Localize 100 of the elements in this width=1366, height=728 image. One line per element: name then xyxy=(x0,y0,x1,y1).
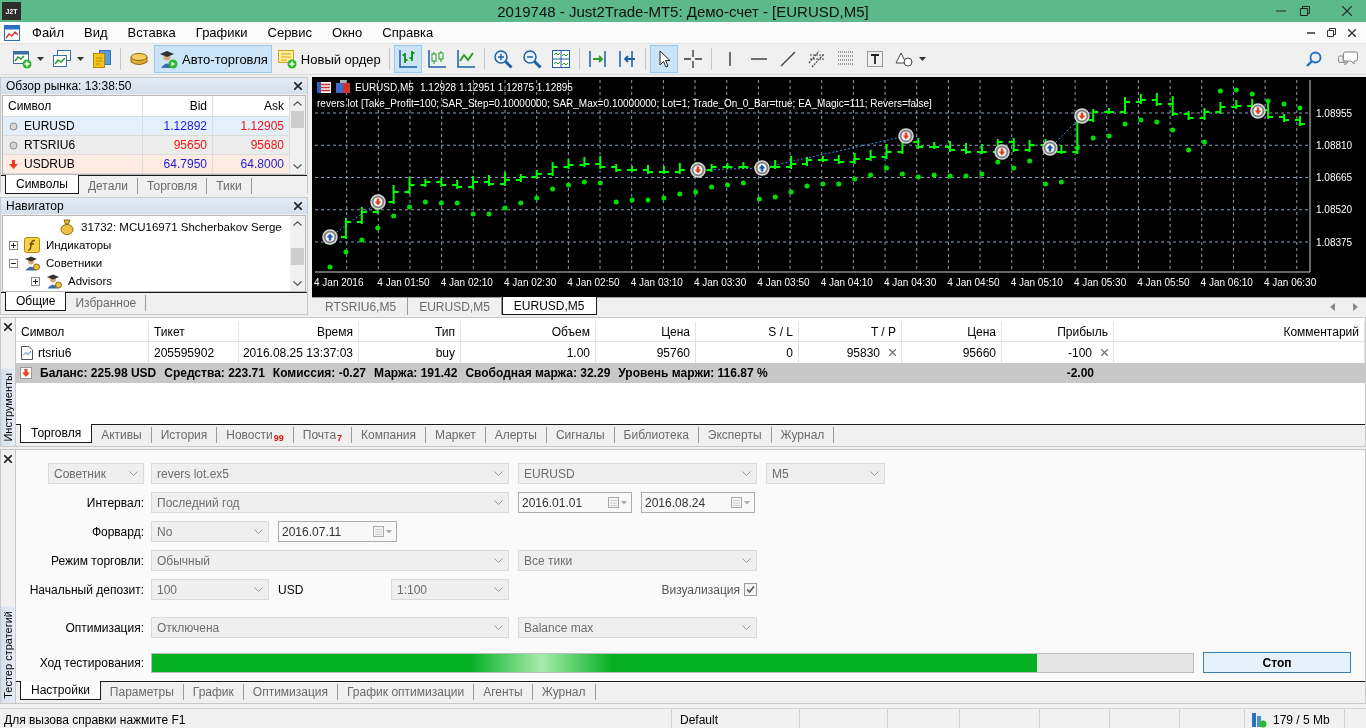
tab[interactable]: Торговля xyxy=(20,424,93,443)
column-header[interactable]: Цена xyxy=(902,322,1002,342)
caret-icon[interactable] xyxy=(77,57,84,61)
column-header[interactable]: T / P xyxy=(799,322,902,342)
scroll-thumb[interactable] xyxy=(291,111,304,128)
close-icon[interactable] xyxy=(1342,6,1352,16)
tab[interactable]: Активы xyxy=(92,427,152,443)
chart-window-icon[interactable] xyxy=(4,24,20,41)
bar-chart-icon[interactable] xyxy=(393,45,422,73)
field-label: Форвард: xyxy=(90,524,145,539)
field-label: Интервал: xyxy=(85,495,145,510)
menu-item[interactable]: Окно xyxy=(322,25,373,40)
menu-item[interactable]: Графики xyxy=(185,25,258,40)
column-header[interactable]: Символ xyxy=(3,96,143,116)
column-header[interactable]: Прибыль xyxy=(1002,322,1114,342)
tab[interactable]: История xyxy=(151,427,218,443)
tab[interactable]: Эксперты xyxy=(698,427,772,443)
bid-price: 64.7950 xyxy=(163,157,207,171)
chevron-down-icon xyxy=(494,558,503,563)
menu-item[interactable]: Файл xyxy=(22,25,74,40)
column-header[interactable]: Символ xyxy=(16,322,149,342)
scroll-up-icon[interactable] xyxy=(293,221,302,226)
tab[interactable]: Общие xyxy=(5,292,67,311)
expand-icon[interactable] xyxy=(9,240,18,250)
time-label: 4 Jan 04:50 xyxy=(947,277,1000,288)
scroll-thumb[interactable] xyxy=(291,248,304,265)
tab[interactable]: RTSRIU6,M5 xyxy=(314,298,409,315)
graduate-play-icon xyxy=(158,49,178,69)
symbol-name: RTSRIU6 xyxy=(24,138,76,152)
column-header[interactable]: Bid xyxy=(143,96,213,116)
tab[interactable]: Сигналы xyxy=(546,427,615,443)
time-label: 4 Jan 06:30 xyxy=(1263,277,1317,288)
close-icon[interactable] xyxy=(294,82,302,90)
collapse-icon[interactable] xyxy=(9,258,18,268)
tab[interactable]: Торговля xyxy=(138,178,208,194)
scroll-left-icon[interactable] xyxy=(1330,303,1335,311)
tab[interactable]: Детали xyxy=(78,178,139,194)
tab[interactable]: EURUSD,M5 xyxy=(501,297,597,315)
symbol-row[interactable]: USDRUB 64.7950 64.8000 xyxy=(3,155,290,174)
order-time: 2016.08.25 13:37:03 xyxy=(242,345,353,360)
tab[interactable]: Журнал xyxy=(771,427,835,443)
time-label: 4 Jan 04:30 xyxy=(883,277,937,288)
new-order-button[interactable]: Новый ордер xyxy=(272,45,385,73)
close-icon[interactable] xyxy=(294,202,302,210)
field-label: Оптимизация: xyxy=(64,620,145,635)
tree-item[interactable]: Индикаторы xyxy=(46,239,112,251)
down-arrow-icon xyxy=(20,367,32,379)
menu-item[interactable]: Вставка xyxy=(117,25,186,40)
close-icon[interactable] xyxy=(4,455,12,463)
field-label: Начальный депозит: xyxy=(28,582,145,597)
column-header[interactable]: Тикет xyxy=(149,322,239,342)
tab[interactable]: Символы xyxy=(5,175,79,194)
menu-item[interactable]: Сервис xyxy=(257,25,323,40)
chevron-down-icon xyxy=(870,471,879,476)
restore-icon[interactable] xyxy=(1327,28,1336,37)
menu-item[interactable]: Вид xyxy=(73,25,118,40)
tree-item[interactable]: 31732: MCU16971 Shcherbakov Serge xyxy=(81,221,282,233)
tree-item[interactable]: Advisors xyxy=(68,275,113,287)
ticket-number: 205595902 xyxy=(154,345,215,360)
close-icon[interactable] xyxy=(4,323,12,331)
scroll-up-icon[interactable] xyxy=(293,101,302,106)
menu-item[interactable]: Справка xyxy=(372,25,444,40)
account-summary: Средства: 223.71 xyxy=(164,366,265,380)
ask-price: 64.8000 xyxy=(240,157,284,171)
close-icon[interactable] xyxy=(1348,28,1356,37)
restore-icon[interactable] xyxy=(1300,6,1310,16)
tree-item[interactable]: Советники xyxy=(46,257,103,269)
column-header[interactable]: Время xyxy=(239,322,359,342)
scroll-down-icon[interactable] xyxy=(293,281,302,286)
tab[interactable]: Маркет xyxy=(426,427,486,443)
column-header[interactable]: Цена xyxy=(596,322,696,342)
chevron-down-icon xyxy=(742,625,751,630)
tab[interactable]: Тики xyxy=(207,178,252,194)
tab[interactable]: Алерты xyxy=(485,427,547,443)
scrollbar[interactable] xyxy=(290,216,305,291)
column-header[interactable]: Комментарий xyxy=(1114,322,1365,342)
auto-trading-button[interactable]: Авто-торговля xyxy=(154,45,272,73)
caret-icon[interactable] xyxy=(918,57,926,61)
tab[interactable]: EURUSD,M5 xyxy=(408,298,502,315)
scrollbar[interactable] xyxy=(290,96,305,174)
symbol-row[interactable]: RTSRIU6 95650 95680 xyxy=(3,136,290,155)
tab[interactable]: Избранное xyxy=(66,295,147,311)
chevron-down-icon xyxy=(254,529,263,534)
speech-bubbles-icon[interactable] xyxy=(1338,51,1358,67)
status-text: Для вызова справки нажмите F1 xyxy=(4,712,186,727)
tab[interactable]: Библиотека xyxy=(614,427,699,443)
scroll-down-icon[interactable] xyxy=(293,164,302,169)
minimize-icon[interactable] xyxy=(1307,31,1315,34)
scroll-right-icon[interactable] xyxy=(1353,303,1358,311)
column-header[interactable]: S / L xyxy=(696,322,799,342)
caret-icon[interactable] xyxy=(37,57,44,61)
cursor-icon[interactable] xyxy=(649,45,678,73)
search-icon[interactable] xyxy=(1306,51,1322,67)
tab[interactable]: Компания xyxy=(352,427,426,443)
column-header[interactable]: Объем xyxy=(461,322,596,342)
column-header[interactable]: Тип xyxy=(359,322,461,342)
graduate-icon xyxy=(24,255,40,271)
expand-icon[interactable] xyxy=(31,276,40,286)
symbol-row[interactable]: EURUSD 1.12892 1.12905 xyxy=(3,117,290,136)
time-label: 4 Jan 03:50 xyxy=(757,277,810,288)
